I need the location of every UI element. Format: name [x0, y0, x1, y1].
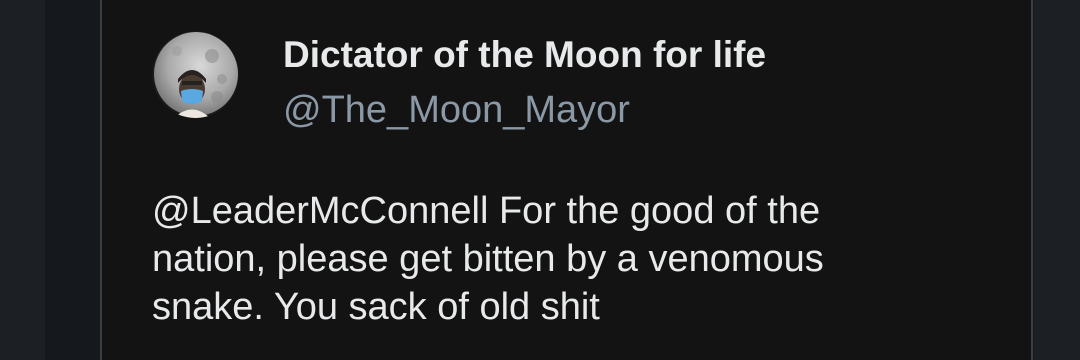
tweet-text-line: nation, please get bitten by a venomous [152, 238, 824, 280]
screen: Dictator of the Moon for life @The_Moon_… [0, 0, 1080, 360]
left-panel [0, 0, 45, 360]
author-display-name[interactable]: Dictator of the Moon for life [283, 33, 766, 77]
right-panel [1034, 0, 1080, 360]
moon-avatar-icon [152, 31, 239, 118]
tweet-text-line: @LeaderMcConnell For the good of the [152, 190, 821, 232]
tweet-text-line: snake. You sack of old shit [152, 286, 600, 328]
avatar[interactable] [152, 31, 239, 118]
tweet-text: @LeaderMcConnell For the good of the nat… [152, 187, 972, 331]
author-handle[interactable]: @The_Moon_Mayor [283, 87, 630, 133]
